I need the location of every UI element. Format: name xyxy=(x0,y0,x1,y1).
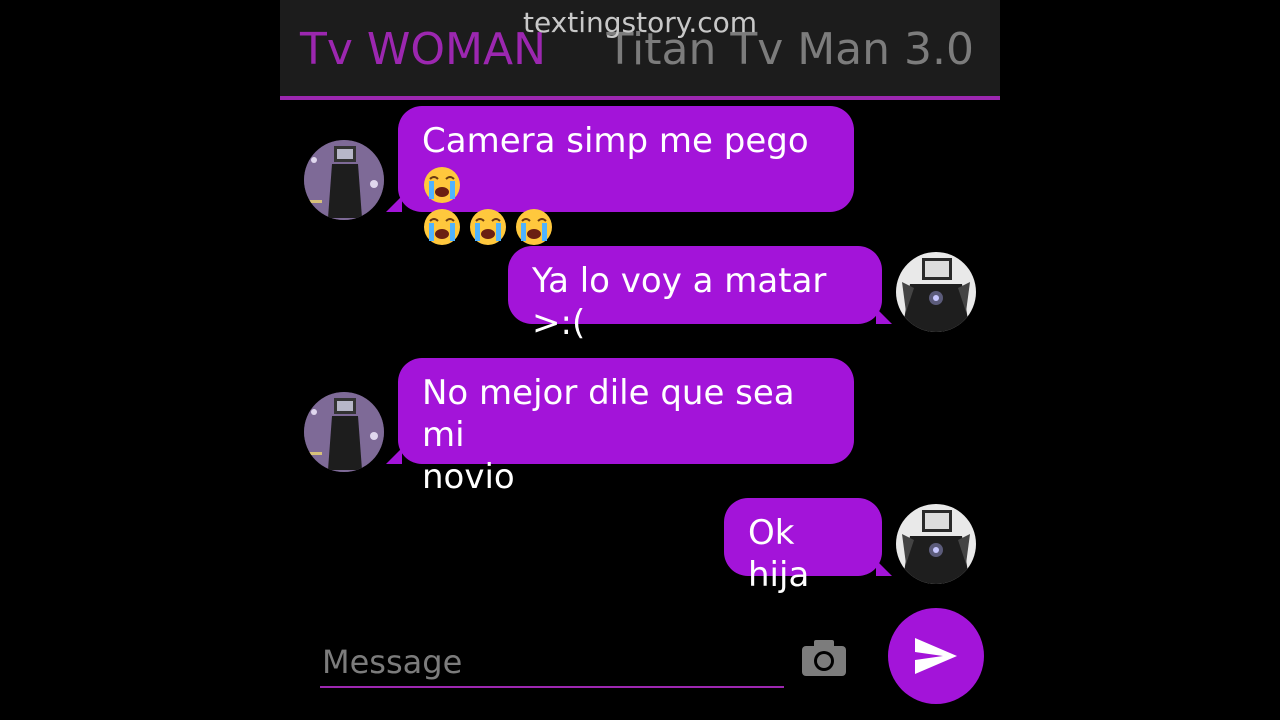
avatar-tv-woman xyxy=(304,140,384,220)
message-input-underline xyxy=(320,686,784,688)
avatar-tv-woman xyxy=(304,392,384,472)
crying-face-emoji-icon xyxy=(422,207,462,247)
avatar-titan-tv-man xyxy=(896,252,976,332)
message-text: No mejor dile que sea mi xyxy=(422,373,795,455)
message-bubble-received[interactable]: No mejor dile que sea mi novio xyxy=(398,358,854,497)
chat-screen: Tv WOMAN Titan Tv Man 3.0 textingstory.c… xyxy=(280,0,1000,720)
message-text: Camera simp me pego xyxy=(422,121,809,161)
bubble-tail xyxy=(876,308,892,324)
crying-face-emoji-icon xyxy=(514,207,554,247)
message-bubble-sent[interactable]: Ya lo voy a matar >:( xyxy=(508,246,882,343)
emoji-row xyxy=(422,207,830,247)
avatar-titan-tv-man xyxy=(896,504,976,584)
crying-face-emoji-icon xyxy=(422,165,462,205)
message-text: Ya lo voy a matar >:( xyxy=(532,261,827,343)
bubble-tail xyxy=(876,560,892,576)
message-text: novio xyxy=(422,457,515,497)
crying-face-emoji-icon xyxy=(468,207,508,247)
send-button[interactable] xyxy=(888,608,984,704)
message-text: Ok hija xyxy=(748,513,810,595)
message-bubble-received[interactable]: Camera simp me pego xyxy=(398,106,854,245)
message-input[interactable] xyxy=(320,638,788,686)
message-bubble-sent[interactable]: Ok hija xyxy=(724,498,882,595)
chat-header: Tv WOMAN Titan Tv Man 3.0 textingstory.c… xyxy=(280,0,1000,100)
send-icon xyxy=(915,638,957,674)
camera-icon[interactable] xyxy=(800,638,848,678)
watermark: textingstory.com xyxy=(522,6,758,39)
